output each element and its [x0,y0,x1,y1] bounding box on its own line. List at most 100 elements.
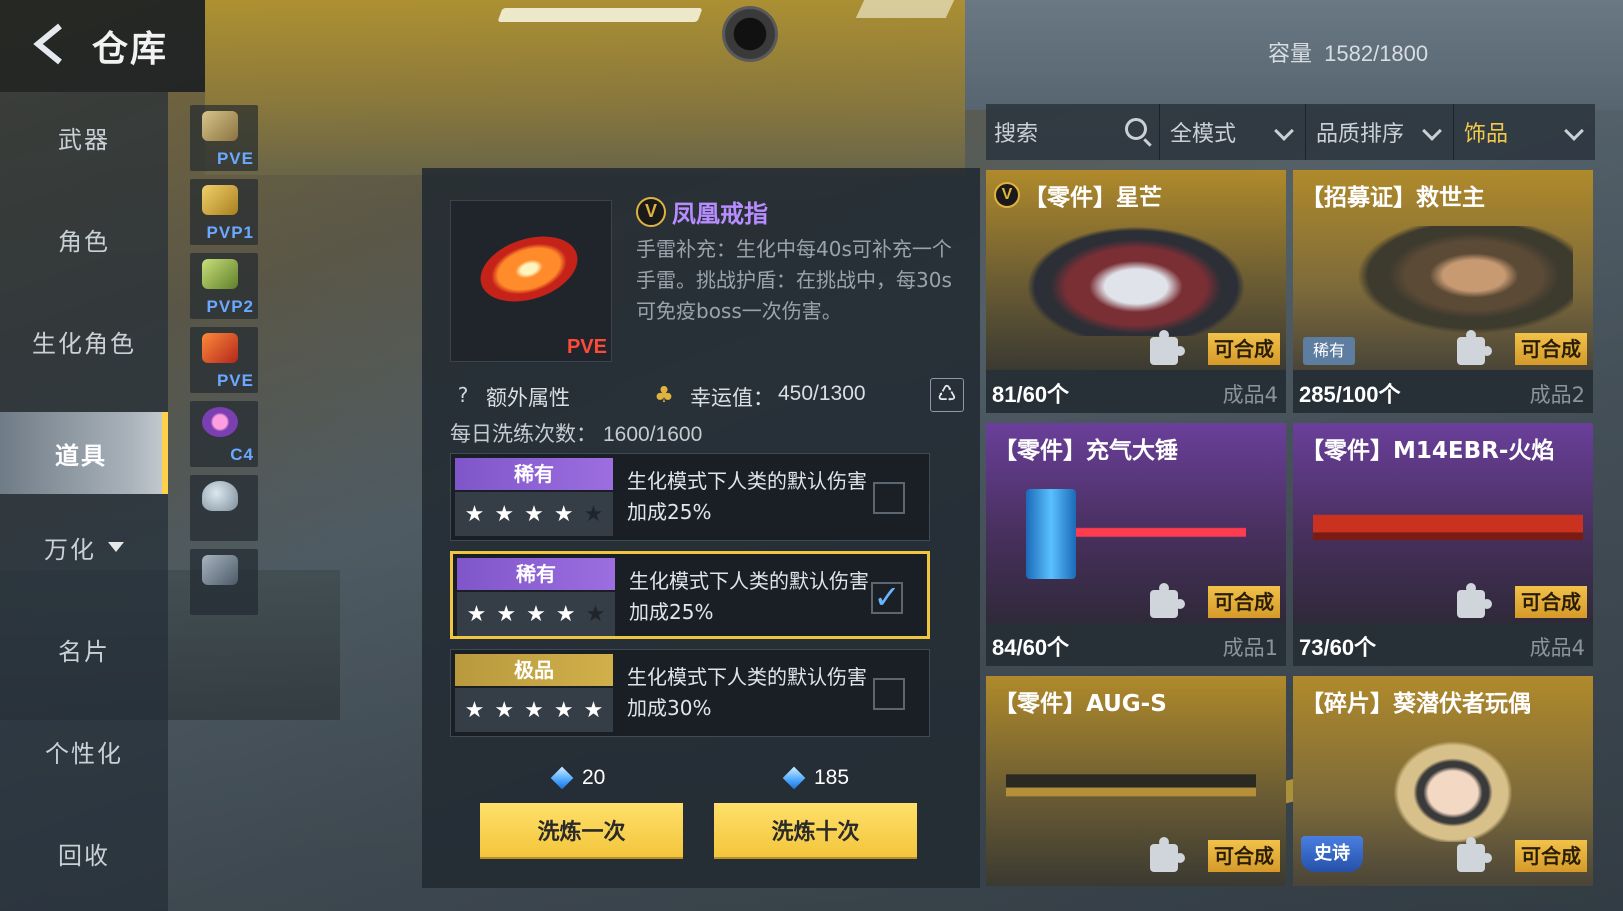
thumbnail-item[interactable]: PVP1 [190,179,258,245]
option-grade: 稀有 [455,458,613,490]
search-input[interactable]: 搜索 [986,104,1160,160]
sidebar-item-weapons[interactable]: 武器 [0,96,168,178]
sidebar-item-personalize[interactable]: 个性化 [0,710,168,792]
star-icon: ★ [553,697,574,723]
capacity-indicator: 容量 1582/1800 [1268,36,1428,68]
checkmark-icon: ✓ [873,578,901,616]
thumbnail-item[interactable]: PVE [190,327,258,393]
help-icon[interactable]: ? [450,382,476,408]
star-icon: ★ [524,697,544,723]
item-card[interactable]: 【零件】M14EBR-火焰 可合成 73/60个 成品4 [1293,423,1593,666]
capacity-label: 容量 [1268,41,1313,66]
phoenix-ring-icon [202,333,238,363]
card-count: 84/60个 [992,635,1070,660]
search-icon [1125,118,1147,140]
sidebar-item-label: 生化角色 [32,329,136,358]
item-card[interactable]: 【碎片】葵潜伏者玩偶 史诗 可合成 [1293,676,1593,886]
category-dropdown-label: 饰品 [1464,122,1509,147]
luck-label: 幸运值： [690,386,774,410]
cost-once-value: 20 [582,766,606,789]
refine-option[interactable]: 稀有 ★ ★ ★ ★ ★ 生化模式下人类的默认伤害加成25% ✓ [450,551,930,639]
puzzle-icon [1457,583,1492,618]
card-title: 【零件】M14EBR-火焰 [1301,438,1555,464]
mode-dropdown[interactable]: 全模式 [1162,104,1306,160]
option-grade: 稀有 [457,558,615,590]
cost-once: 20 [548,766,605,790]
card-title: 【碎片】葵潜伏者玩偶 [1301,691,1531,717]
chevron-down-icon [1274,121,1294,141]
sidebar-item-recycle[interactable]: 回收 [0,812,168,894]
thumbnail-item[interactable] [190,475,258,541]
dropdown-arrow-icon [108,542,124,552]
sort-dropdown[interactable]: 品质排序 [1308,104,1454,160]
refine-once-button[interactable]: 洗炼一次 [480,803,683,857]
thumbnail-tag: C4 [230,445,254,464]
card-title-row: 【招募证】救世主 [1301,178,1485,212]
star-icon: ★ [585,601,606,627]
sidebar-item-zombie-characters[interactable]: 生化角色 [0,300,168,382]
sidebar-item-characters[interactable]: 角色 [0,198,168,280]
ceiling-panel [205,0,965,175]
thumbnail-item[interactable]: PVE [190,105,258,171]
star-icon: ★ [524,501,544,527]
refine-option[interactable]: 极品 ★ ★ ★ ★ ★ 生化模式下人类的默认伤害加成30% [450,649,930,737]
refine-ten-button[interactable]: 洗炼十次 [714,803,917,857]
item-card[interactable]: 【招募证】救世主 稀有 可合成 285/100个 成品2 [1293,170,1593,413]
star-icon: ★ [464,501,485,527]
sidebar-item-transform[interactable]: 万化 [0,506,168,588]
option-description: 生化模式下人类的默认伤害加成30% [627,665,867,720]
vip-badge-icon: V [994,182,1020,208]
craftable-badge[interactable]: 可合成 [1515,840,1587,872]
card-made: 成品4 [1529,636,1585,660]
daily-refine-value: 1600/1600 [603,423,703,446]
option-stars: ★ ★ ★ ★ ★ [455,688,613,732]
recycle-icon[interactable]: ♺ [930,378,964,412]
sort-dropdown-label: 品质排序 [1316,122,1405,147]
star-icon: ★ [526,601,546,627]
rifle-icon [1313,479,1583,589]
card-title: 【零件】星芒 [1024,185,1162,211]
sidebar-item-items[interactable]: 道具 [0,412,168,494]
puzzle-icon [1150,583,1185,618]
option-checkbox[interactable] [873,482,905,514]
card-title-row: 【零件】M14EBR-火焰 [1301,431,1554,465]
item-card[interactable]: 【零件】充气大锤 可合成 84/60个 成品1 [986,423,1286,666]
sidebar-item-label: 角色 [58,227,110,256]
star-icon: ★ [494,697,515,723]
helmet-icon [202,481,238,511]
card-made: 成品4 [1222,383,1278,407]
thumbnail-item[interactable]: PVP2 [190,253,258,319]
craftable-badge[interactable]: 可合成 [1208,586,1280,618]
daily-refine-label: 每日洗练次数： [450,422,597,446]
back-button[interactable] [24,20,72,68]
sidebar-item-label: 名片 [58,637,110,666]
category-dropdown[interactable]: 饰品 [1456,104,1595,160]
item-card[interactable]: 【零件】AUG-S 可合成 [986,676,1286,886]
thumbnail-item[interactable] [190,549,258,615]
gauntlet-icon [1026,226,1246,336]
craftable-badge[interactable]: 可合成 [1515,586,1587,618]
item-name-row: V 凤凰戒指 [636,194,768,229]
cost-ten-value: 185 [814,766,850,789]
star-icon: ★ [553,501,574,527]
thumbnail-item[interactable]: C4 [190,401,258,467]
refine-option[interactable]: 稀有 ★ ★ ★ ★ ★ 生化模式下人类的默认伤害加成25% [450,453,930,541]
option-grade: 极品 [455,654,613,686]
card-title-row: 【碎片】葵潜伏者玩偶 [1301,684,1531,718]
phoenix-ring-icon [472,225,586,313]
option-checkbox[interactable]: ✓ [871,581,903,614]
craftable-badge[interactable]: 可合成 [1208,840,1280,872]
item-card[interactable]: V 【零件】星芒 可合成 81/60个 成品4 [986,170,1286,413]
craftable-badge[interactable]: 可合成 [1208,333,1280,365]
item-mode-tag: PVE [566,336,607,358]
card-count: 73/60个 [1299,635,1377,660]
sidebar-item-cards[interactable]: 名片 [0,608,168,690]
craftable-badge[interactable]: 可合成 [1515,333,1587,365]
option-checkbox[interactable] [873,678,905,710]
gear-item-icon [202,555,238,585]
capacity-value: 1582/1800 [1324,41,1429,66]
sidebar-item-label: 道具 [55,441,107,470]
card-title: 【招募证】救世主 [1301,185,1485,211]
hammer-icon [1026,479,1246,589]
star-icon: ★ [466,601,487,627]
